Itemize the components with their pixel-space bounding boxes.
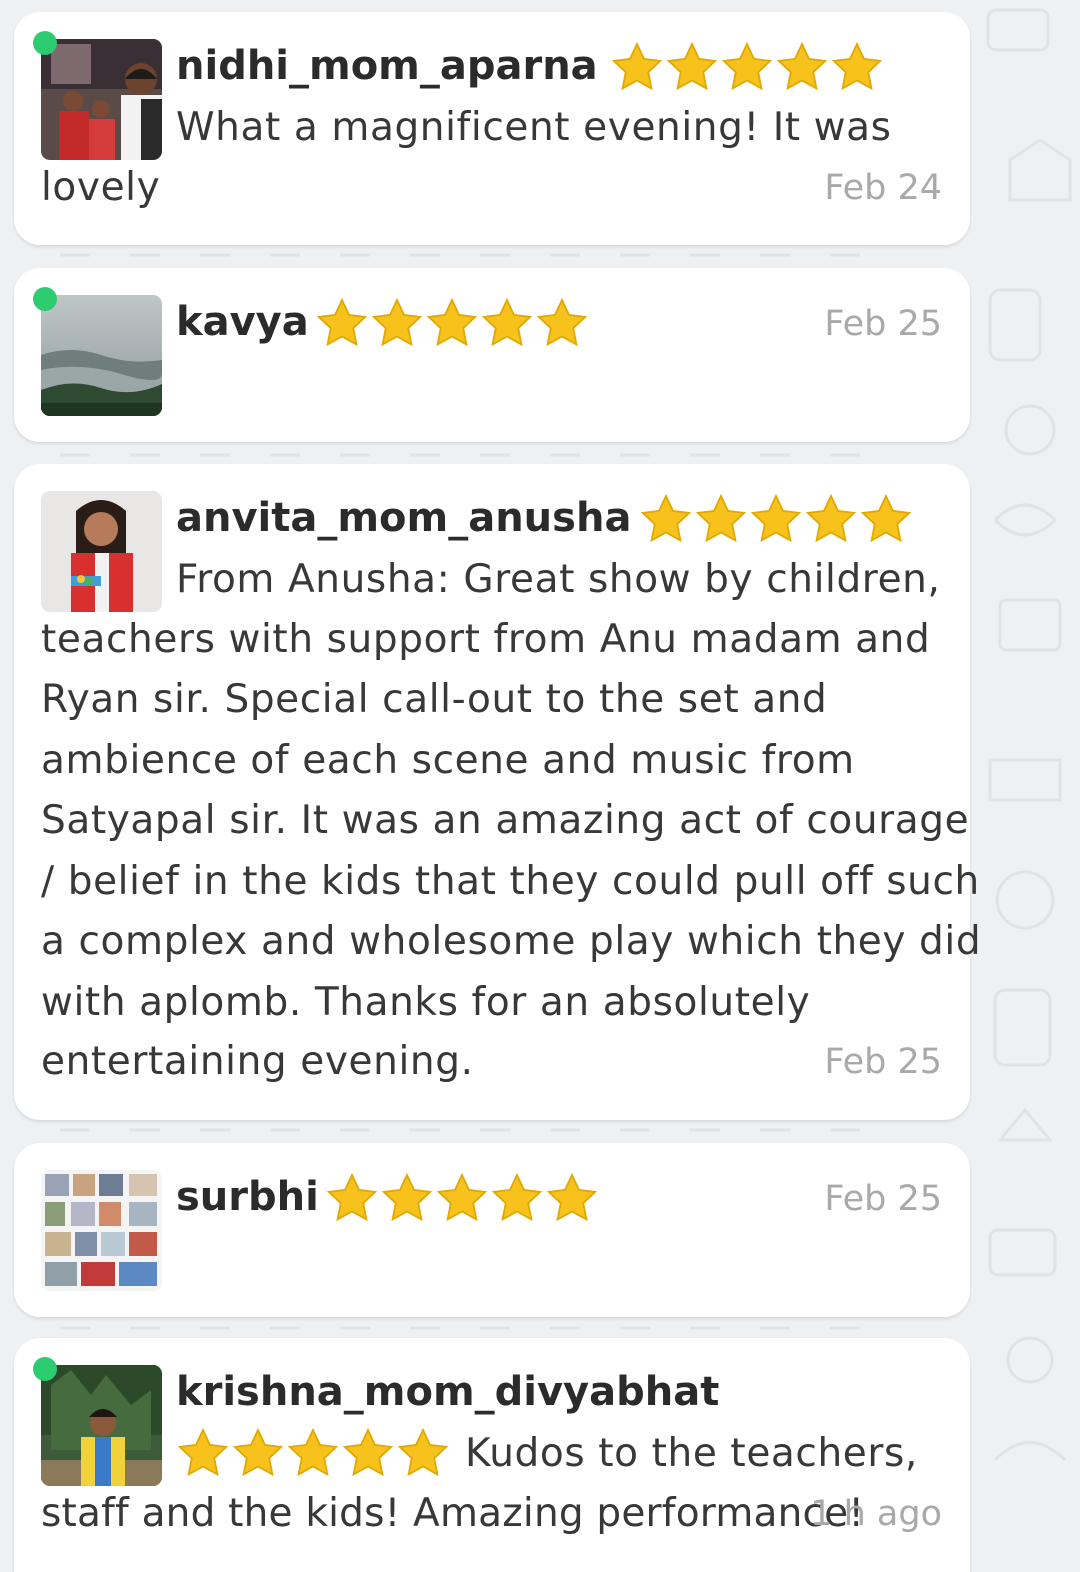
review-message-line: entertaining evening. <box>41 1039 474 1084</box>
star-rating <box>610 40 884 94</box>
review-message-line: a complex and wholesome play which they … <box>41 919 982 964</box>
star-icon <box>325 1171 379 1225</box>
star-icon <box>370 296 424 350</box>
girl-photo-avatar[interactable] <box>41 491 162 612</box>
review-username[interactable]: nidhi_mom_aparna <box>176 42 598 90</box>
star-icon <box>775 40 829 94</box>
review-username[interactable]: anvita_mom_anusha <box>176 494 631 542</box>
photo-collage-avatar[interactable] <box>41 1170 162 1291</box>
review-message-line: Satyapal sir. It was an amazing act of c… <box>41 798 970 843</box>
review-message-line: with aplomb. Thanks for an absolutely <box>41 980 811 1025</box>
star-icon <box>286 1426 340 1480</box>
star-rating <box>176 1426 450 1480</box>
review-message-line: lovely <box>41 165 161 210</box>
review-message-line: / belief in the kids that they could pul… <box>41 859 980 904</box>
star-icon <box>341 1426 395 1480</box>
star-icon <box>490 1171 544 1225</box>
review-message-line: staff and the kids! Amazing performance! <box>41 1491 865 1536</box>
boy-photo-avatar[interactable] <box>41 1365 162 1486</box>
star-icon <box>535 296 589 350</box>
review-date: Feb 25 <box>824 1179 942 1219</box>
family-photo-avatar[interactable] <box>41 39 162 160</box>
online-status-dot <box>33 287 57 311</box>
star-icon <box>639 492 693 546</box>
review-date: 1 h ago <box>810 1494 942 1534</box>
review-message-line: teachers with support from Anu madam and <box>41 617 931 662</box>
star-icon <box>176 1426 230 1480</box>
star-icon <box>694 492 748 546</box>
star-icon <box>665 40 719 94</box>
online-status-dot <box>33 1357 57 1381</box>
star-icon <box>545 1171 599 1225</box>
star-rating <box>325 1171 599 1225</box>
review-date: Feb 24 <box>824 168 942 208</box>
star-icon <box>859 492 913 546</box>
review-date: Feb 25 <box>824 1042 942 1082</box>
star-icon <box>480 296 534 350</box>
star-icon <box>380 1171 434 1225</box>
star-rating <box>639 492 913 546</box>
star-icon <box>231 1426 285 1480</box>
star-icon <box>610 40 664 94</box>
online-status-dot <box>33 31 57 55</box>
star-icon <box>315 296 369 350</box>
review-message-line: Ryan sir. Special call-out to the set an… <box>41 677 828 722</box>
review-username[interactable]: krishna_mom_divyabhat <box>176 1368 719 1416</box>
review-message-line: ambience of each scene and music from <box>41 738 855 783</box>
star-rating <box>315 296 589 350</box>
star-icon <box>804 492 858 546</box>
review-card: kavya Feb 25 <box>14 268 970 442</box>
star-icon <box>425 296 479 350</box>
review-message-line: What a magnificent evening! It was <box>176 105 892 150</box>
star-icon <box>720 40 774 94</box>
star-icon <box>396 1426 450 1480</box>
review-card: surbhi Feb 25 <box>14 1143 970 1317</box>
review-message-line: From Anusha: Great show by children, <box>176 557 941 602</box>
review-card: krishna_mom_divyabhat Kudos to the teach… <box>14 1338 970 1572</box>
review-message-line: Kudos to the teachers, <box>465 1431 918 1476</box>
landscape-photo-avatar[interactable] <box>41 295 162 416</box>
review-card: anvita_mom_anusha From Anusha: Great sho… <box>14 464 981 1120</box>
review-username[interactable]: kavya <box>176 298 309 346</box>
star-icon <box>830 40 884 94</box>
star-icon <box>749 492 803 546</box>
review-date: Feb 25 <box>824 304 942 344</box>
review-username[interactable]: surbhi <box>176 1173 319 1221</box>
star-icon <box>435 1171 489 1225</box>
review-card: nidhi_mom_aparna What a magnificent even… <box>14 12 970 245</box>
